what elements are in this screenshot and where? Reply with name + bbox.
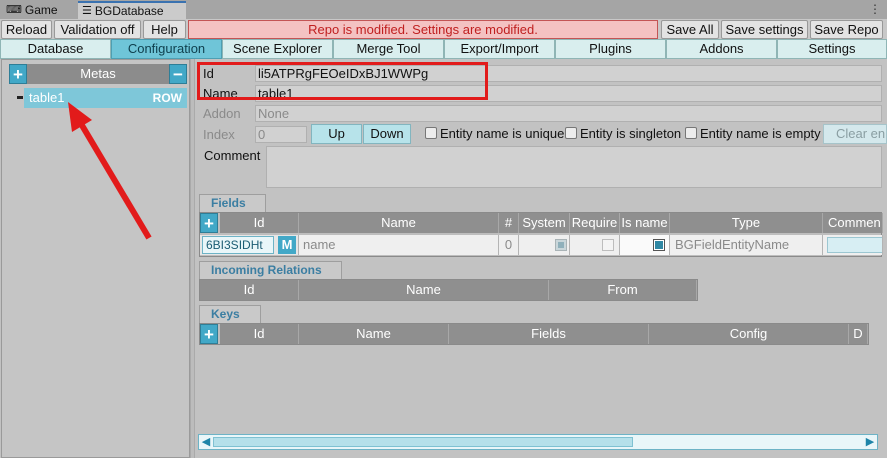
col-config: Config xyxy=(649,324,849,344)
col-fields: Fields xyxy=(449,324,649,344)
index-field: 0 xyxy=(255,126,307,143)
addon-label: Addon xyxy=(203,106,241,121)
entity-name-empty-label: Entity name is empty xyxy=(700,126,821,141)
tab-merge-tool[interactable]: Merge Tool xyxy=(333,39,444,59)
col-name: Name xyxy=(299,324,449,344)
window-tab-label: BGDatabase xyxy=(94,4,164,18)
field-system-cell xyxy=(519,235,570,255)
entity-singleton-label: Entity is singleton xyxy=(580,126,682,141)
annotation-highlight-box xyxy=(197,62,488,100)
field-id-cell: 6BI3SIDHt M xyxy=(200,235,299,255)
comment-label: Comment xyxy=(204,148,261,163)
add-field-button[interactable]: + xyxy=(200,213,218,233)
table-row[interactable]: 6BI3SIDHt M name 0 BGFieldEntityName xyxy=(200,235,883,257)
is-name-checkbox[interactable] xyxy=(653,239,665,251)
field-index-cell: 0 xyxy=(499,235,519,255)
keys-table: + Id Name Fields Config D xyxy=(199,323,869,345)
list-icon: ☰ xyxy=(82,5,92,17)
entity-name-unique-label: Entity name is unique xyxy=(440,126,565,141)
field-type-cell: BGFieldEntityName xyxy=(670,235,823,255)
scroll-right-icon[interactable]: ▶ xyxy=(863,435,877,449)
index-label: Index xyxy=(203,127,235,142)
clear-entities-button[interactable]: Clear en xyxy=(823,124,887,144)
col-id: Id xyxy=(220,324,299,344)
keys-section-tab[interactable]: Keys xyxy=(199,305,261,323)
scrollbar-thumb[interactable] xyxy=(213,437,633,447)
system-checkbox xyxy=(555,239,567,251)
save-repo-button[interactable]: Save Repo xyxy=(810,20,883,39)
incoming-relations-table: Id Name From xyxy=(199,279,698,301)
metas-panel: + Metas − table1 ROW xyxy=(1,59,190,458)
add-key-button[interactable]: + xyxy=(200,324,218,344)
col-index: # xyxy=(499,213,519,233)
window-tab-bgdatabase[interactable]: ☰ BGDatabase xyxy=(78,1,186,19)
tab-addons[interactable]: Addons xyxy=(666,39,777,59)
field-badge-icon[interactable]: M xyxy=(278,236,296,254)
col-d: D xyxy=(849,324,868,344)
toolbar: Reload Validation off Help Repo is modif… xyxy=(0,19,887,39)
entity-singleton-checkbox[interactable] xyxy=(565,127,577,139)
col-id: Id xyxy=(200,280,299,300)
section-tabs: Database Configuration Scene Explorer Me… xyxy=(0,39,887,59)
horizontal-scrollbar[interactable]: ◀ ▶ xyxy=(198,434,878,450)
validation-button[interactable]: Validation off xyxy=(54,20,141,39)
field-id-value[interactable]: 6BI3SIDHt xyxy=(202,236,274,254)
col-system: System xyxy=(519,213,570,233)
tab-database[interactable]: Database xyxy=(0,39,111,59)
scroll-left-icon[interactable]: ◀ xyxy=(199,435,213,449)
col-name: Name xyxy=(299,280,549,300)
save-settings-button[interactable]: Save settings xyxy=(721,20,808,39)
tab-export-import[interactable]: Export/Import xyxy=(444,39,555,59)
tab-plugins[interactable]: Plugins xyxy=(555,39,666,59)
help-button[interactable]: Help xyxy=(143,20,186,39)
more-menu-icon[interactable]: ⋮ xyxy=(869,1,881,17)
window-tab-bar: ⌨ Game ☰ BGDatabase ⋮ xyxy=(0,0,887,19)
field-name-cell[interactable]: name xyxy=(299,235,499,255)
col-comment: Commen xyxy=(823,213,883,233)
tab-scene-explorer[interactable]: Scene Explorer xyxy=(222,39,333,59)
save-all-button[interactable]: Save All xyxy=(661,20,719,39)
status-message: Repo is modified. Settings are modified. xyxy=(188,20,658,39)
move-up-button[interactable]: Up xyxy=(311,124,362,144)
comment-textarea[interactable] xyxy=(266,146,882,188)
window-tab-game[interactable]: ⌨ Game xyxy=(2,1,74,19)
tab-configuration[interactable]: Configuration xyxy=(111,39,222,59)
fields-table: + Id Name # System Require Is name Type … xyxy=(199,212,883,257)
entity-name-empty-checkbox[interactable] xyxy=(685,127,697,139)
reload-button[interactable]: Reload xyxy=(1,20,52,39)
field-require-cell xyxy=(570,235,620,255)
meta-detail-panel: Id li5ATPRgFEOeIDxBJ1WWPg Name table1 Ad… xyxy=(195,59,887,458)
col-name: Name xyxy=(299,213,499,233)
fields-section-tab[interactable]: Fields xyxy=(199,194,266,212)
annotation-arrow-icon xyxy=(68,102,152,240)
move-down-button[interactable]: Down xyxy=(363,124,411,144)
window-tab-label: Game xyxy=(24,3,58,17)
tab-settings[interactable]: Settings xyxy=(777,39,887,59)
field-comment-input[interactable] xyxy=(827,237,882,253)
col-require: Require xyxy=(570,213,620,233)
addon-field: None xyxy=(255,105,882,122)
col-type: Type xyxy=(670,213,823,233)
col-from: From xyxy=(549,280,697,300)
field-comment-cell[interactable] xyxy=(823,235,883,255)
gamepad-icon: ⌨ xyxy=(6,4,22,16)
col-is-name: Is name xyxy=(620,213,670,233)
col-id: Id xyxy=(220,213,299,233)
entity-name-unique-checkbox[interactable] xyxy=(425,127,437,139)
incoming-relations-tab[interactable]: Incoming Relations xyxy=(199,261,342,279)
field-is-name-cell xyxy=(620,235,670,255)
require-checkbox[interactable] xyxy=(602,239,614,251)
